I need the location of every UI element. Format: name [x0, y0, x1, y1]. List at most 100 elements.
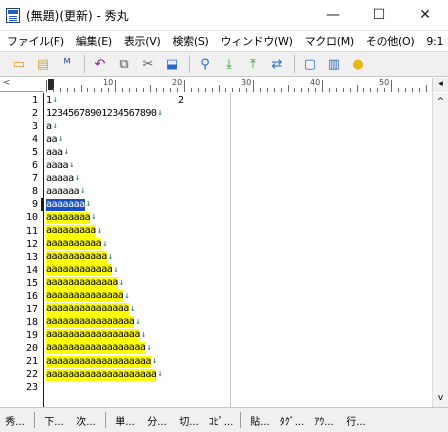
line-number[interactable]: 16: [0, 290, 38, 303]
editor-line[interactable]: a ↓: [46, 120, 58, 133]
editor-line[interactable]: aaaa ↓: [46, 159, 75, 172]
editor-line[interactable]: aaaaaaaaaaa ↓: [46, 251, 113, 264]
editor-line[interactable]: aaaaaaaaaaaaa ↓: [46, 277, 124, 290]
function-key-button[interactable]: 行...: [343, 410, 369, 430]
line-text[interactable]: aaaaaaaaaaaaaa: [46, 290, 124, 303]
function-key-button[interactable]: ｱｳ...: [311, 410, 337, 430]
column-ruler[interactable]: 10 20 30 40 50: [44, 78, 432, 92]
editor-line[interactable]: aaaaa ↓: [46, 172, 80, 185]
open-folder-icon[interactable]: ▤: [32, 54, 54, 74]
line-number[interactable]: 13: [0, 251, 38, 264]
ruler-scroll-button[interactable]: ◂: [432, 78, 448, 92]
editor-line[interactable]: aaaaaaaaaaaaaaaaaa ↓: [46, 342, 152, 355]
line-number[interactable]: 23: [0, 381, 38, 394]
line-text[interactable]: aaaaaaaaaaaaaaa: [46, 303, 129, 316]
function-key-button[interactable]: 単...: [112, 410, 138, 430]
function-key-button[interactable]: 切...: [176, 410, 202, 430]
line-text[interactable]: aaaaa: [46, 173, 74, 185]
line-number[interactable]: 22: [0, 368, 38, 381]
line-text[interactable]: aaaaaaaa: [46, 211, 91, 224]
window-split-icon[interactable]: ▢: [299, 54, 321, 74]
line-number[interactable]: 6: [0, 159, 38, 172]
editor-line[interactable]: aaaaaa ↓: [46, 185, 86, 198]
cut-icon[interactable]: ✂: [137, 54, 159, 74]
line-text[interactable]: 12345678901234567890: [46, 108, 157, 120]
editor-area[interactable]: 1 2 3 4 5 6 7 8 9 10 11 12 13 14 15 16 17 18 19 20 21 22 23 12…: [0, 93, 432, 407]
editor-line[interactable]: aaaaaaaaaaaaaaaaa ↓: [46, 329, 146, 342]
search-icon[interactable]: ⚲: [194, 54, 216, 74]
line-text[interactable]: aaaaaaaaaaaaaaaaaaaa: [46, 368, 157, 381]
undo-icon[interactable]: ↶: [89, 54, 111, 74]
menu-item-1[interactable]: 編集(E): [73, 33, 115, 49]
editor-line[interactable]: aaaaaaaaaaaaaaaaaaa ↓: [46, 355, 157, 368]
line-text[interactable]: aaaaaaaaaaaaa: [46, 277, 118, 290]
editor-line[interactable]: aaaaaaaaaaaaaaaa ↓: [46, 316, 141, 329]
line-text[interactable]: aaaa: [46, 160, 69, 172]
editor-line[interactable]: aaaaaaaaa ↓: [46, 225, 102, 238]
editor-line[interactable]: aaaaaaaaaaaaaaa ↓: [46, 303, 135, 316]
close-button[interactable]: ✕: [402, 0, 448, 30]
line-text[interactable]: aaaaaaaaaaaa: [46, 264, 113, 277]
line-number[interactable]: 11: [0, 225, 38, 238]
line-number[interactable]: 4: [0, 133, 38, 146]
editor-line[interactable]: aaaaaaaaaaaa ↓: [46, 264, 119, 277]
menu-item-4[interactable]: ウィンドウ(W): [218, 33, 296, 49]
new-file-icon[interactable]: ▭: [8, 54, 30, 74]
paste-icon[interactable]: ⬓: [161, 54, 183, 74]
editor-line[interactable]: aaaaaaaa ↓: [46, 211, 97, 224]
function-key-button[interactable]: 分...: [144, 410, 170, 430]
function-key-button[interactable]: 貼...: [247, 410, 273, 430]
line-text[interactable]: aaaaaaaaa: [46, 225, 96, 237]
line-text[interactable]: a: [46, 121, 52, 133]
line-number[interactable]: 1: [0, 94, 38, 107]
line-number[interactable]: 12: [0, 238, 38, 251]
editor-line[interactable]: aaaaaaa ↓: [46, 198, 91, 211]
line-number[interactable]: 15: [0, 277, 38, 290]
grep-icon[interactable]: ⇄: [266, 54, 288, 74]
line-text[interactable]: aaaaaa: [46, 186, 80, 198]
menu-item-7[interactable]: 9:1: [423, 35, 446, 48]
line-number[interactable]: 18: [0, 316, 38, 329]
line-number[interactable]: 5: [0, 146, 38, 159]
line-text[interactable]: 1: [46, 95, 52, 107]
function-key-button[interactable]: 次...: [73, 410, 99, 430]
vertical-scrollbar[interactable]: ^ v: [432, 93, 448, 407]
line-number[interactable]: 19: [0, 329, 38, 342]
function-key-button[interactable]: 下...: [41, 410, 67, 430]
line-number[interactable]: 8: [0, 185, 38, 198]
line-text[interactable]: aaaaaaaaaaaaaaaa: [46, 316, 135, 329]
selected-text[interactable]: aaaaaaa: [46, 198, 85, 211]
editor-line[interactable]: aaaaaaaaaaaaaaaaaaaa ↓: [46, 368, 163, 381]
hidemaru-app-icon[interactable]: [6, 8, 20, 23]
editor-line[interactable]: 1 2 ↓: [46, 94, 184, 107]
editor-line[interactable]: 12345678901234567890 ↓: [46, 107, 163, 120]
line-number[interactable]: 3: [0, 120, 38, 133]
function-key-button[interactable]: ﾀｸﾞ...: [279, 410, 305, 430]
line-number[interactable]: 9: [0, 198, 38, 211]
line-text[interactable]: aaaaaaaaaa: [46, 238, 102, 251]
line-number[interactable]: 14: [0, 264, 38, 277]
menu-item-6[interactable]: その他(O): [363, 33, 417, 49]
function-key-button[interactable]: 秀...: [2, 410, 28, 430]
search-down-icon[interactable]: ⤓: [218, 54, 240, 74]
menu-item-2[interactable]: 表示(V): [121, 33, 164, 49]
scroll-up-arrow-icon[interactable]: ^: [433, 97, 448, 109]
editor-line[interactable]: aa ↓: [46, 133, 63, 146]
line-text[interactable]: aaa: [46, 147, 63, 159]
line-number[interactable]: 21: [0, 355, 38, 368]
menu-item-0[interactable]: ファイル(F): [4, 33, 67, 49]
editor-line[interactable]: aaaaaaaaaa ↓: [46, 238, 108, 251]
line-number[interactable]: 17: [0, 303, 38, 316]
line-text[interactable]: aaaaaaaaaaaaaaaaa: [46, 329, 140, 342]
line-text[interactable]: aa: [46, 134, 58, 146]
line-text[interactable]: aaaaaaaaaaa: [46, 251, 107, 264]
line-number[interactable]: 10: [0, 211, 38, 224]
function-key-button[interactable]: ｺﾋﾟ...: [208, 410, 234, 430]
maximize-button[interactable]: ☐: [356, 0, 402, 30]
editor-line[interactable]: aaaaaaaaaaaaaa ↓: [46, 290, 130, 303]
scroll-down-arrow-icon[interactable]: v: [433, 393, 448, 405]
line-text[interactable]: aaaaaaaaaaaaaaaaaa: [46, 342, 146, 355]
line-number-gutter[interactable]: 1 2 3 4 5 6 7 8 9 10 11 12 13 14 15 16 17 18 19 20 21 22 23: [0, 93, 44, 407]
save-icon[interactable]: ᴹ: [56, 54, 78, 74]
line-number[interactable]: 20: [0, 342, 38, 355]
